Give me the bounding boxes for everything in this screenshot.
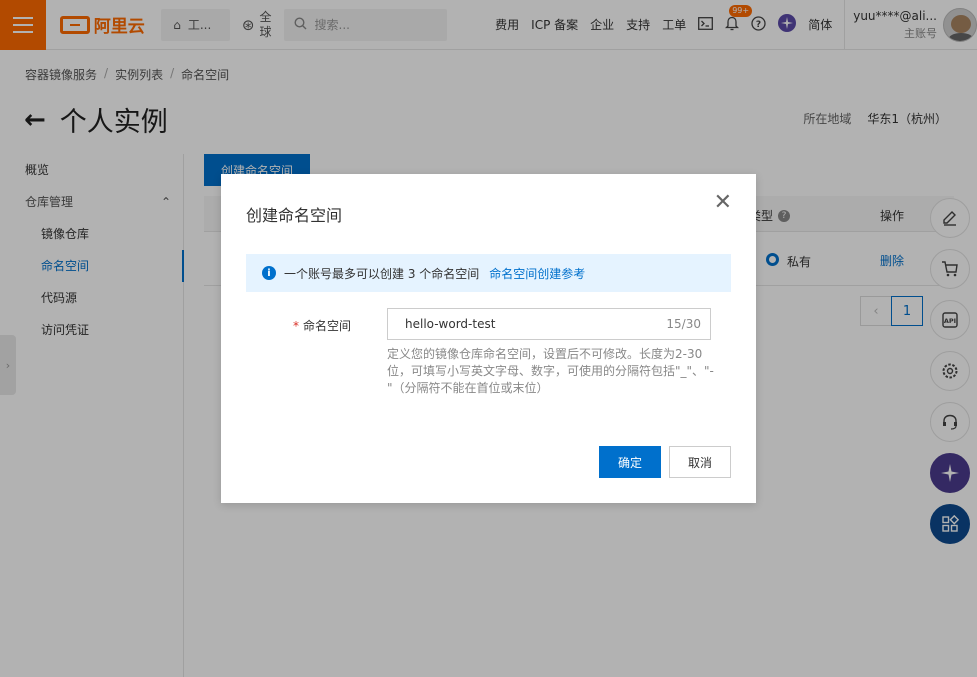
char-counter: 15/30: [666, 317, 701, 331]
close-icon[interactable]: ✕: [714, 192, 732, 214]
notice-reference-link[interactable]: 命名空间创建参考: [489, 265, 585, 282]
create-namespace-dialog: 创建命名空间 ✕ i 一个账号最多可以创建 3 个命名空间 命名空间创建参考 *…: [221, 174, 756, 503]
confirm-button[interactable]: 确定: [599, 446, 661, 478]
namespace-field-label: * 命名空间: [293, 319, 352, 333]
info-icon: i: [262, 266, 276, 280]
notice-text: 一个账号最多可以创建 3 个命名空间: [284, 266, 480, 281]
namespace-input-value: hello-word-test: [405, 317, 496, 331]
dialog-title: 创建命名空间: [246, 206, 343, 225]
namespace-input[interactable]: hello-word-test 15/30: [387, 308, 711, 340]
cancel-button[interactable]: 取消: [669, 446, 731, 478]
namespace-help-text: 定义您的镜像仓库命名空间，设置后不可修改。长度为2-30位，可填写小写英文字母、…: [387, 347, 714, 395]
info-notice: i 一个账号最多可以创建 3 个命名空间 命名空间创建参考: [246, 254, 731, 292]
required-marker: *: [293, 319, 299, 333]
